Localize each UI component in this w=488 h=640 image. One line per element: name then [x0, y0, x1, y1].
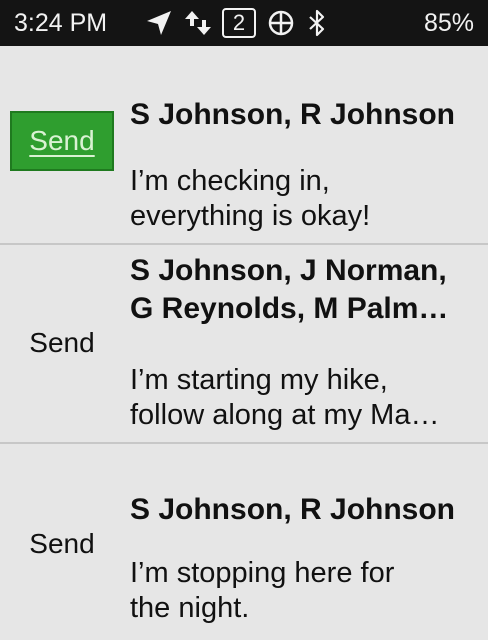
message-text: I’m checking in, everything is okay! — [130, 164, 480, 234]
send-button[interactable]: Send — [10, 514, 114, 574]
message-row[interactable]: Send S Johnson, R Johnson I’m stopping h… — [0, 444, 488, 640]
status-icons: 2 — [144, 8, 424, 38]
recipients-line: S Johnson, R Johnson — [130, 493, 456, 526]
location-arrow-icon — [144, 8, 174, 38]
message-line: follow along at my Ma… — [130, 399, 440, 431]
notification-count-icon: 2 — [222, 8, 256, 38]
message-row[interactable]: Send S Johnson, R Johnson I’m checking i… — [0, 46, 488, 245]
recipients: S Johnson, R Johnson — [130, 491, 480, 529]
bluetooth-icon — [306, 8, 328, 38]
message-line: I’m checking in, — [130, 165, 330, 197]
message-line: I’m starting my hike, — [130, 364, 388, 396]
data-transfer-icon — [184, 8, 212, 38]
notification-count: 2 — [232, 10, 246, 35]
status-time: 3:24 PM — [14, 8, 108, 37]
status-bar: 3:24 PM 2 85% — [0, 0, 488, 46]
quick-message-list: Send S Johnson, R Johnson I’m checking i… — [0, 46, 488, 640]
message-line: I’m stopping here for — [130, 557, 395, 589]
message-row[interactable]: Send S Johnson, J Norman, G Reynolds, M … — [0, 245, 488, 444]
message-text: I’m stopping here for the night. — [130, 556, 480, 626]
recipients-line: S Johnson, J Norman, — [130, 254, 447, 287]
message-line: the night. — [130, 592, 250, 624]
message-text: I’m starting my hike, follow along at my… — [130, 363, 480, 433]
send-button[interactable]: Send — [10, 111, 114, 171]
battery-level: 85% — [423, 8, 474, 37]
recipients-line: S Johnson, R Johnson — [130, 98, 456, 131]
recipients: S Johnson, R Johnson — [130, 96, 480, 134]
recipients: S Johnson, J Norman, G Reynolds, M Palm… — [130, 252, 480, 328]
gps-crosshair-icon — [266, 8, 296, 38]
recipients-line: G Reynolds, M Palm… — [130, 292, 449, 325]
send-button[interactable]: Send — [10, 313, 114, 373]
message-line: everything is okay! — [130, 200, 371, 232]
